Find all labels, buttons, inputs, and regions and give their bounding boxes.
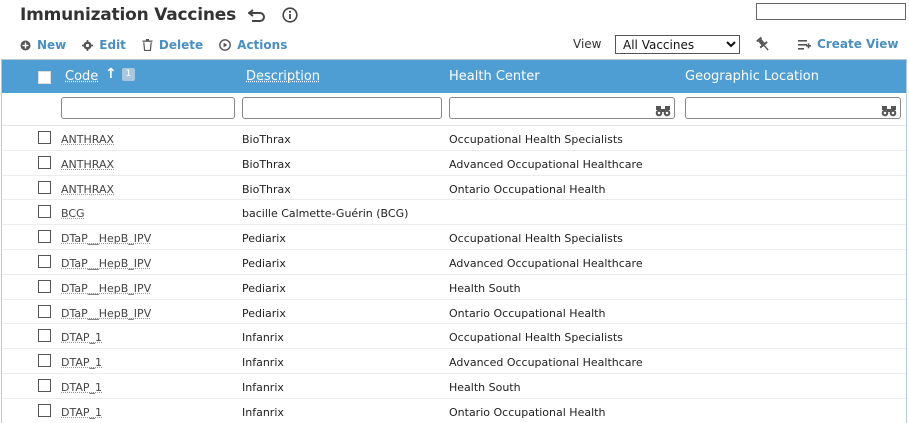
- table-row[interactable]: DTAP_1 Infanrix Ontario Occupational Hea…: [2, 399, 906, 423]
- table-row[interactable]: ANTHRAX BioThrax Occupational Health Spe…: [2, 126, 906, 151]
- actions-label: Actions: [237, 38, 288, 52]
- row-checkbox[interactable]: [38, 230, 51, 244]
- view-label: View: [573, 37, 602, 51]
- health-center-cell: Ontario Occupational Health: [449, 306, 606, 320]
- health-center-cell: Occupational Health Specialists: [449, 133, 623, 146]
- create-view-label: Create View: [817, 37, 899, 51]
- row-checkbox[interactable]: [38, 155, 51, 169]
- vaccines-grid: Code ↑ 1 Description Health Center Geogr…: [1, 59, 907, 423]
- select-all-checkbox[interactable]: [38, 71, 51, 84]
- code-cell[interactable]: DTaP__HepB_IPV: [61, 282, 151, 295]
- delete-label: Delete: [158, 38, 204, 52]
- code-cell[interactable]: DTaP__HepB_IPV: [61, 257, 151, 270]
- code-cell[interactable]: ANTHRAX: [61, 158, 114, 171]
- view-select[interactable]: All Vaccines: [615, 35, 740, 54]
- health-center-cell: Occupational Health Specialists: [449, 232, 623, 246]
- description-cell: Pediarix: [242, 306, 286, 320]
- health-center-cell: Occupational Health Specialists: [449, 331, 623, 345]
- health-center-cell: Ontario Occupational Health: [449, 405, 606, 419]
- row-checkbox[interactable]: [38, 354, 51, 368]
- description-cell: Pediarix: [242, 232, 286, 246]
- health-center-filter-input[interactable]: [449, 97, 675, 119]
- health-center-cell: Advanced Occupational Healthcare: [449, 356, 643, 370]
- geographic-location-filter-input[interactable]: [685, 97, 901, 119]
- table-row[interactable]: ANTHRAX BioThrax Advanced Occupational H…: [2, 151, 906, 176]
- description-cell: Infanrix: [242, 380, 284, 394]
- table-row[interactable]: ANTHRAX BioThrax Ontario Occupational He…: [2, 176, 906, 201]
- table-row[interactable]: DTAP_1 Infanrix Health South: [2, 374, 906, 399]
- table-row[interactable]: DTAP_1 Infanrix Advanced Occupational He…: [2, 349, 906, 374]
- row-checkbox[interactable]: [38, 329, 51, 343]
- info-icon[interactable]: [282, 7, 298, 23]
- edit-label: Edit: [99, 38, 126, 52]
- row-checkbox[interactable]: [38, 254, 51, 268]
- code-cell[interactable]: ANTHRAX: [61, 133, 114, 146]
- table-row[interactable]: DTaP__HepB_IPV Pediarix Advanced Occupat…: [2, 250, 906, 275]
- health-center-cell: Advanced Occupational Healthcare: [449, 256, 643, 270]
- description-filter-input[interactable]: [242, 97, 442, 119]
- code-filter-input[interactable]: [61, 97, 235, 119]
- health-center-cell: Advanced Occupational Healthcare: [449, 157, 643, 171]
- description-cell: Infanrix: [242, 331, 284, 345]
- new-label: New: [37, 38, 67, 52]
- view-list-icon: [798, 39, 811, 50]
- health-center-cell: Health South: [449, 380, 521, 394]
- row-checkbox[interactable]: [38, 180, 51, 194]
- code-cell[interactable]: DTAP_1: [61, 381, 102, 394]
- trash-icon: [142, 39, 153, 51]
- description-cell: BioThrax: [242, 182, 291, 196]
- code-cell[interactable]: DTAP_1: [61, 406, 102, 419]
- table-row[interactable]: BCG bacille Calmette-Guérin (BCG): [2, 200, 906, 226]
- description-cell: Pediarix: [242, 256, 286, 270]
- table-row[interactable]: DTaP__HepB_IPV Pediarix Occupational Hea…: [2, 225, 906, 250]
- code-cell[interactable]: ANTHRAX: [61, 183, 114, 196]
- undo-icon[interactable]: [248, 8, 266, 22]
- table-row[interactable]: DTaP__HepB_IPV Pediarix Ontario Occupati…: [2, 300, 906, 325]
- play-circle-icon: [219, 39, 232, 51]
- column-header-health-center[interactable]: Health Center: [449, 69, 540, 84]
- description-cell: Pediarix: [242, 281, 286, 295]
- binoculars-icon[interactable]: [881, 102, 897, 121]
- row-checkbox[interactable]: [38, 403, 51, 417]
- code-cell[interactable]: DTaP__HepB_IPV: [61, 307, 151, 320]
- pin-icon[interactable]: [754, 36, 772, 52]
- actions-button[interactable]: Actions: [219, 38, 287, 52]
- description-cell: bacille Calmette-Guérin (BCG): [242, 207, 409, 221]
- code-cell[interactable]: DTaP__HepB_IPV: [61, 232, 151, 245]
- new-button[interactable]: New: [20, 38, 66, 52]
- binoculars-icon[interactable]: [655, 102, 671, 121]
- code-cell[interactable]: BCG: [61, 207, 85, 220]
- column-header-code[interactable]: Code: [65, 69, 98, 84]
- gear-icon: [82, 39, 94, 51]
- column-header-geographic-location[interactable]: Geographic Location: [685, 69, 819, 84]
- description-cell: Infanrix: [242, 356, 284, 370]
- table-row[interactable]: DTaP__HepB_IPV Pediarix Health South: [2, 275, 906, 300]
- column-header-description[interactable]: Description: [246, 69, 320, 84]
- page-title: Immunization Vaccines: [20, 5, 237, 25]
- toolbar: New Edit Delete Actions: [20, 36, 303, 54]
- description-cell: BioThrax: [242, 157, 291, 171]
- search-input[interactable]: [756, 3, 906, 20]
- code-cell[interactable]: DTAP_1: [61, 331, 102, 344]
- row-checkbox[interactable]: [38, 279, 51, 293]
- description-cell: BioThrax: [242, 133, 291, 146]
- sort-order-badge: 1: [122, 68, 135, 81]
- plus-circle-icon: [20, 40, 31, 51]
- delete-button[interactable]: Delete: [142, 38, 203, 52]
- table-row[interactable]: DTAP_1 Infanrix Occupational Health Spec…: [2, 324, 906, 350]
- row-checkbox[interactable]: [38, 131, 51, 144]
- create-view-button[interactable]: Create View: [798, 37, 898, 51]
- row-checkbox[interactable]: [38, 205, 51, 219]
- row-checkbox[interactable]: [38, 304, 51, 318]
- health-center-cell: Health South: [449, 281, 521, 295]
- edit-button[interactable]: Edit: [82, 38, 126, 52]
- title-row: Immunization Vaccines: [20, 2, 298, 28]
- grid-header: Code ↑ 1 Description Health Center Geogr…: [2, 60, 906, 93]
- row-checkbox[interactable]: [38, 378, 51, 392]
- code-cell[interactable]: DTAP_1: [61, 356, 102, 369]
- description-cell: Infanrix: [242, 405, 284, 419]
- filter-row: [2, 93, 906, 126]
- health-center-cell: Ontario Occupational Health: [449, 182, 606, 196]
- sort-ascending-icon[interactable]: ↑: [105, 66, 117, 82]
